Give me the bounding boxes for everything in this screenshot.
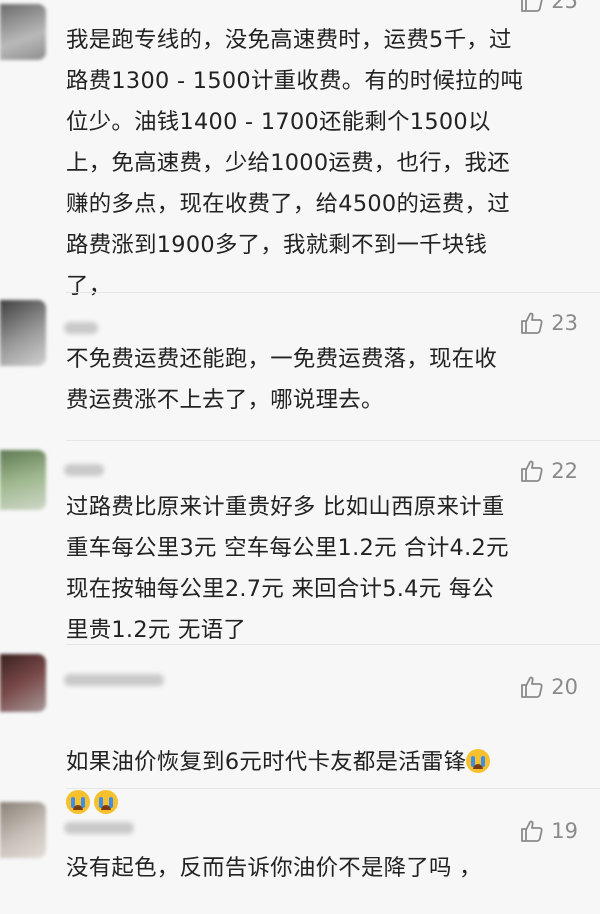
thumbs-up-icon (521, 676, 543, 698)
username[interactable] (64, 322, 98, 334)
comment-item: 23 不免费运费还能跑，一免费运费落，现在收 费运费涨不上去了，哪说理去。 (0, 292, 600, 440)
comment-text: 不免费运费还能跑，一免费运费落，现在收 费运费涨不上去了，哪说理去。 (66, 346, 498, 413)
avatar[interactable] (0, 450, 46, 510)
comment-text: 没有起色，反而告诉你油价不是降了吗 ， (66, 855, 482, 881)
crying-laughing-emoji-icon (466, 749, 491, 773)
thumbs-up-icon (521, 820, 543, 842)
like-count: 22 (551, 459, 578, 483)
comment-item: 25 我是跑专线的，没免高速费时，运费5千，过 路费1300 - 1500计重收… (0, 0, 600, 299)
comment-item: 19 没有起色，反而告诉你油价不是降了吗 ， (0, 788, 600, 914)
like-count: 23 (551, 311, 578, 335)
like-count: 25 (551, 0, 578, 13)
comment-feed: 25 我是跑专线的，没免高速费时，运费5千，过 路费1300 - 1500计重收… (0, 0, 600, 914)
avatar[interactable] (0, 4, 46, 60)
like-button[interactable]: 22 (519, 458, 578, 484)
avatar[interactable] (0, 802, 46, 858)
thumbs-up-icon (521, 460, 543, 482)
username[interactable] (64, 464, 104, 476)
like-button[interactable]: 19 (519, 818, 578, 844)
like-button[interactable]: 23 (519, 310, 578, 336)
like-button[interactable]: 25 (519, 0, 578, 14)
like-button[interactable]: 20 (519, 674, 578, 700)
comment-text: 我是跑专线的，没免高速费时，运费5千，过 路费1300 - 1500计重收费。有… (66, 27, 524, 299)
avatar[interactable] (0, 300, 46, 366)
username[interactable] (64, 674, 164, 686)
like-count: 19 (551, 819, 578, 843)
comment-item: 20 如果油价恢复到6元时代卡友都是活雷锋 (0, 644, 600, 814)
thumbs-up-icon (521, 0, 543, 12)
avatar[interactable] (0, 654, 46, 712)
comment-item: 22 过路费比原来计重贵好多 比如山西原来计重 重车每公里3元 空车每公里1.2… (0, 440, 600, 644)
comment-text-body: 如果油价恢复到6元时代卡友都是活雷锋 (66, 749, 467, 775)
thumbs-up-icon (521, 312, 543, 334)
like-count: 20 (551, 675, 578, 699)
comment-text: 过路费比原来计重贵好多 比如山西原来计重 重车每公里3元 空车每公里1.2元 合… (66, 494, 509, 643)
username[interactable] (64, 822, 134, 834)
